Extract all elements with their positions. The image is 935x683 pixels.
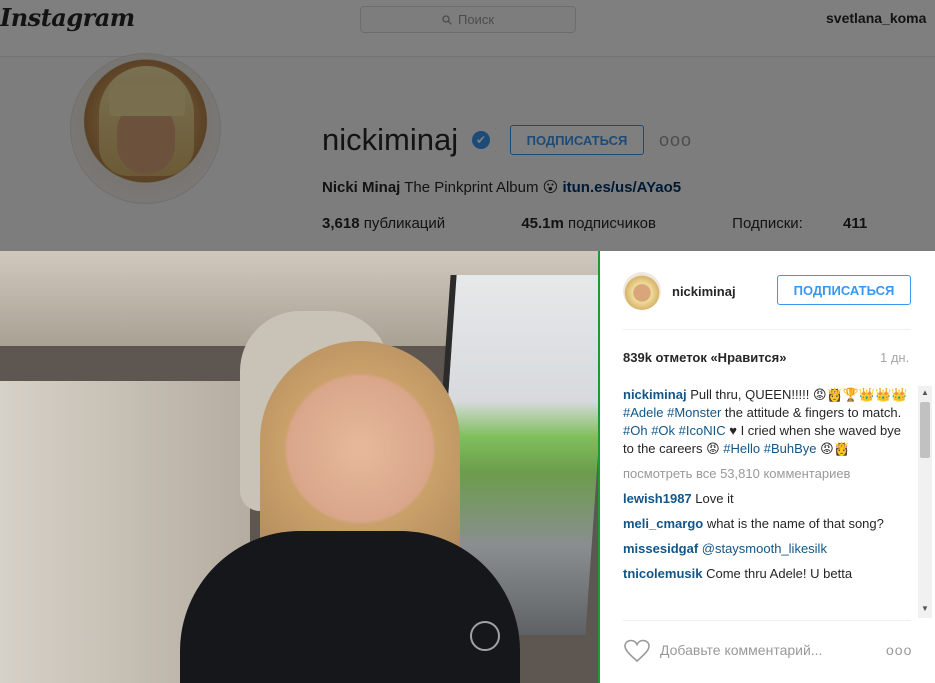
comment-user[interactable]: missesidgaf — [623, 541, 698, 556]
comment: lewish1987 Love it — [623, 490, 915, 508]
comment-user[interactable]: meli_cmargo — [623, 516, 703, 531]
hashtag[interactable]: #BuhBye — [764, 441, 817, 456]
post-header: nickiminaj ПОДПИСАТЬСЯ — [600, 251, 935, 329]
caption: nickiminaj Pull thru, QUEEN!!!!! 😡👸🏆👑👑👑 … — [623, 387, 908, 456]
hashtag[interactable]: #Ok — [651, 423, 675, 438]
cbs-logo-icon — [470, 621, 500, 651]
comment-user[interactable]: lewish1987 — [623, 491, 692, 506]
comment-text: Love it — [691, 491, 734, 506]
hashtag[interactable]: #Hello — [723, 441, 760, 456]
scroll-down-arrow-icon[interactable]: ▼ — [921, 604, 929, 613]
post-sidebar: nickiminaj ПОДПИСАТЬСЯ 839k отметок «Нра… — [600, 251, 935, 683]
scroll-up-arrow-icon[interactable]: ▲ — [921, 388, 929, 397]
post-author-username[interactable]: nickiminaj — [672, 284, 736, 299]
instagram-page: Instagram Поиск svetlana_koma nickiminaj… — [0, 0, 935, 683]
scroll-thumb[interactable] — [920, 402, 930, 458]
divider — [623, 329, 911, 330]
hashtag[interactable]: #IcoNIC — [679, 423, 726, 438]
post-follow-button[interactable]: ПОДПИСАТЬСЯ — [777, 275, 911, 305]
post-age: 1 дн. — [880, 350, 910, 365]
divider — [623, 620, 911, 621]
comment-user[interactable]: tnicolemusik — [623, 566, 702, 581]
view-all-comments-link[interactable]: посмотреть все 53,810 комментариев — [623, 465, 915, 483]
comment-text: Come thru Adele! U betta — [702, 566, 853, 581]
comment-text: what is the name of that song? — [703, 516, 884, 531]
hashtag[interactable]: #Oh — [623, 423, 648, 438]
heart-icon[interactable] — [623, 639, 651, 663]
hashtag[interactable]: #Monster — [667, 405, 721, 420]
post-options-icon[interactable]: ooo — [886, 642, 912, 658]
post-video[interactable] — [0, 251, 598, 683]
comment: tnicolemusik Come thru Adele! U betta — [623, 565, 915, 583]
post-author-avatar[interactable] — [623, 272, 661, 310]
post-modal: nickiminaj ПОДПИСАТЬСЯ 839k отметок «Нра… — [0, 251, 935, 683]
comment: missesidgaf @staysmooth_likesilk — [623, 540, 915, 558]
comment: meli_cmargo what is the name of that son… — [623, 515, 915, 533]
add-comment-input[interactable]: Добавьте комментарий... — [660, 642, 822, 658]
hashtag[interactable]: #Adele — [623, 405, 663, 420]
comments-list[interactable]: nickiminaj Pull thru, QUEEN!!!!! 😡👸🏆👑👑👑 … — [623, 386, 915, 618]
likes-count[interactable]: 839k отметок «Нравится» — [623, 350, 786, 365]
comment-mention[interactable]: @staysmooth_likesilk — [698, 541, 827, 556]
caption-user[interactable]: nickiminaj — [623, 387, 687, 402]
comments-scrollbar[interactable]: ▲ ▼ — [918, 386, 932, 618]
